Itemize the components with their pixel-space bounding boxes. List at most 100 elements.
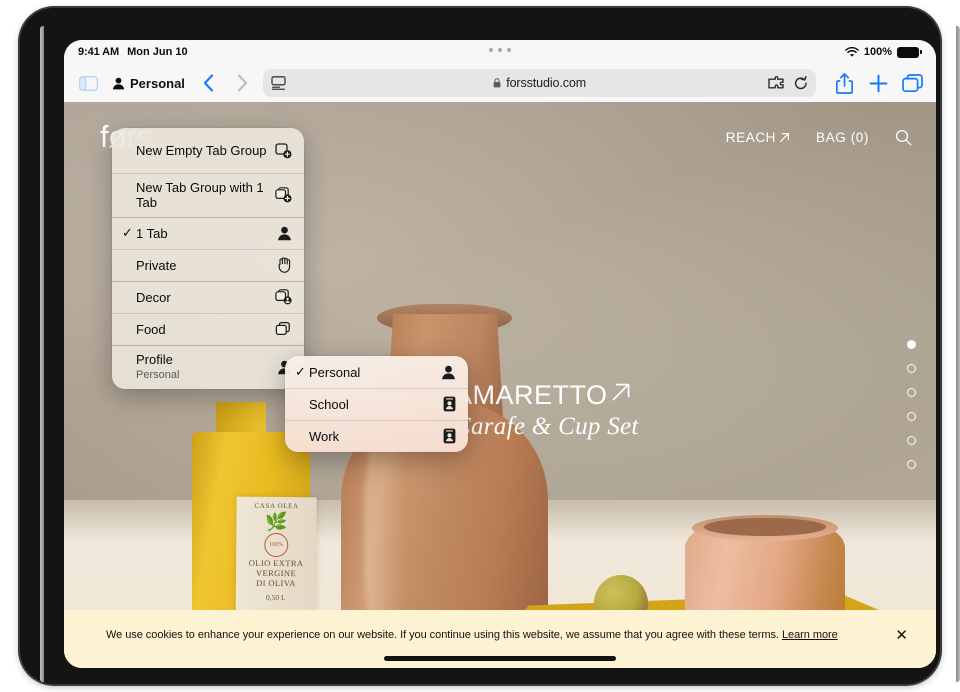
pager-dot-3[interactable] xyxy=(907,388,916,397)
share-button[interactable] xyxy=(830,69,858,97)
menu-item-label: Food xyxy=(136,321,166,337)
url-text-group: forsstudio.com xyxy=(263,76,816,90)
hero-text-block: AMARETTO Carafe & Cup Set xyxy=(454,380,639,441)
pager-dot-6[interactable] xyxy=(907,460,916,469)
tabs-overview-icon xyxy=(901,73,923,92)
cookie-banner: We use cookies to enhance your experienc… xyxy=(64,610,936,668)
nav-item-reach[interactable]: REACH xyxy=(726,130,790,145)
multitasking-dots-icon[interactable] xyxy=(489,48,511,52)
cookie-message: We use cookies to enhance your experienc… xyxy=(106,629,779,641)
battery-icon xyxy=(897,46,922,58)
menu-checkmark-icon: ✓ xyxy=(295,364,306,379)
carousel-pager xyxy=(907,340,916,469)
device-left-edge xyxy=(40,26,44,682)
menu-item-label: New Tab Group with 1 Tab xyxy=(136,180,264,210)
search-icon xyxy=(895,129,912,146)
submenu-item-label: School xyxy=(309,396,349,412)
plus-icon xyxy=(869,74,887,92)
arrow-up-right-icon xyxy=(610,381,632,403)
label-line3: DI OLIVA xyxy=(256,577,296,589)
device-right-edge xyxy=(956,26,960,682)
cookie-text: We use cookies to enhance your experienc… xyxy=(106,629,881,649)
menu-item-new-empty-tab-group[interactable]: New Empty Tab Group xyxy=(112,128,304,173)
menu-item-1-tab[interactable]: ✓ 1 Tab xyxy=(112,217,304,249)
sidebar-icon[interactable] xyxy=(74,69,102,97)
submenu-item-label: Personal xyxy=(309,364,361,380)
menu-profile-labels: Profile Personal xyxy=(136,352,269,383)
profile-submenu: ✓ Personal School Work xyxy=(285,356,468,452)
cookie-learn-more-link[interactable]: Learn more xyxy=(782,629,838,641)
hero-title: AMARETTO xyxy=(454,380,608,410)
site-nav: REACH BAG (0) xyxy=(726,129,912,146)
new-tab-group-icon xyxy=(275,142,292,159)
nav-reach-label: REACH xyxy=(725,129,777,145)
label-volume: 0,50 L xyxy=(265,592,286,603)
lock-icon xyxy=(493,76,504,90)
tab-group-shared-icon xyxy=(275,289,292,305)
battery-percent-label: 100% xyxy=(863,46,892,58)
close-x-icon[interactable]: ✕ xyxy=(895,626,908,652)
menu-item-label: Private xyxy=(136,257,177,273)
pager-dot-1[interactable] xyxy=(907,340,916,349)
person-icon xyxy=(277,226,292,241)
contact-card-icon xyxy=(443,428,456,444)
tablet-screen: 9:41 AM Mon Jun 10 100% Personal forsstu… xyxy=(64,40,936,668)
person-icon xyxy=(112,77,125,90)
forward-button[interactable] xyxy=(229,69,257,97)
menu-item-label: Profile xyxy=(136,351,173,367)
submenu-item-school[interactable]: School xyxy=(285,388,468,420)
tab-group-icon xyxy=(275,321,292,337)
url-bar[interactable]: forsstudio.com xyxy=(262,69,816,97)
pager-dot-4[interactable] xyxy=(907,412,916,421)
menu-item-new-tab-group-with-1-tab[interactable]: New Tab Group with 1 Tab xyxy=(112,173,304,217)
nav-bag-label: BAG (0) xyxy=(816,129,869,145)
tablet-device-frame: 9:41 AM Mon Jun 10 100% Personal forsstu… xyxy=(20,8,960,684)
menu-item-private[interactable]: Private xyxy=(112,249,304,281)
chevron-right-icon xyxy=(238,74,248,92)
submenu-item-label: Work xyxy=(309,428,340,444)
label-line2: VERGINE xyxy=(255,567,297,579)
label-line1: OLIO EXTRA xyxy=(248,557,304,569)
menu-item-profile[interactable]: Profile Personal xyxy=(112,345,304,389)
menu-item-decor[interactable]: Decor xyxy=(112,281,304,313)
person-icon xyxy=(441,365,456,380)
status-right-group: 100% xyxy=(845,46,922,58)
tabs-overview-button[interactable] xyxy=(898,69,926,97)
wifi-icon xyxy=(845,46,859,58)
status-date: Mon Jun 10 xyxy=(127,46,188,58)
tab-group-menu: New Empty Tab Group New Tab Group with 1… xyxy=(112,128,304,389)
menu-item-label: New Empty Tab Group xyxy=(136,143,267,158)
arrow-up-right-icon xyxy=(779,132,790,143)
hero-title-row[interactable]: AMARETTO xyxy=(454,380,639,411)
pager-dot-2[interactable] xyxy=(907,364,916,373)
status-time: 9:41 AM xyxy=(78,46,120,58)
label-brand: CASA OLEA xyxy=(254,501,299,511)
url-domain: forsstudio.com xyxy=(506,76,587,90)
url-right-group xyxy=(768,75,808,91)
label-stamp: 100% xyxy=(264,532,289,558)
menu-item-sublabel: Personal xyxy=(136,368,180,381)
menu-item-food[interactable]: Food xyxy=(112,313,304,345)
extensions-puzzle-icon[interactable] xyxy=(768,76,784,90)
tab-group-label: Personal xyxy=(130,75,185,91)
back-button[interactable] xyxy=(195,69,223,97)
home-indicator[interactable] xyxy=(384,656,616,661)
nav-item-bag[interactable]: BAG (0) xyxy=(816,130,869,145)
private-hand-icon xyxy=(277,257,292,273)
olive-sprig-icon: 🌿 xyxy=(265,511,288,533)
submenu-item-personal[interactable]: ✓ Personal xyxy=(285,356,468,388)
pager-dot-5[interactable] xyxy=(907,436,916,445)
reload-icon[interactable] xyxy=(794,75,808,91)
browser-toolbar: Personal forsstudio.com xyxy=(64,64,936,102)
status-bar: 9:41 AM Mon Jun 10 100% xyxy=(64,40,936,64)
menu-item-label: Decor xyxy=(136,289,171,305)
tab-group-button[interactable]: Personal xyxy=(108,69,189,97)
chevron-left-icon xyxy=(204,74,214,92)
submenu-item-work[interactable]: Work xyxy=(285,420,468,452)
nav-item-search[interactable] xyxy=(895,129,912,146)
hero-subtitle: Carafe & Cup Set xyxy=(454,413,639,440)
reader-view-icon[interactable] xyxy=(271,76,286,90)
menu-item-label: 1 Tab xyxy=(136,225,168,241)
contact-card-icon xyxy=(443,396,456,412)
new-tab-button[interactable] xyxy=(864,69,892,97)
